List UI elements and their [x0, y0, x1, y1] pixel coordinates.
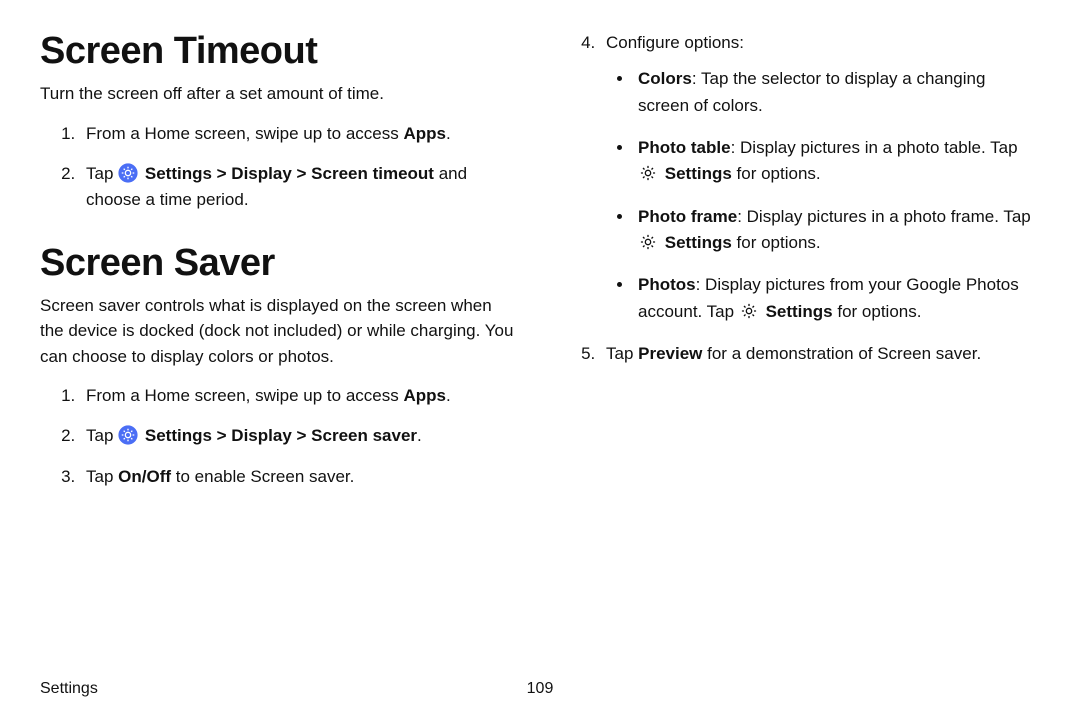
step-item: Tap Settings > Display > Screen saver. — [80, 423, 520, 449]
step-text: From a Home screen, swipe up to access — [86, 386, 403, 405]
step-item: Configure options: Colors: Tap the selec… — [600, 30, 1040, 325]
option-text: : Display pictures in a photo frame. Tap — [737, 207, 1031, 226]
option-item: Photos: Display pictures from your Googl… — [634, 272, 1040, 325]
option-bold: Settings — [665, 164, 732, 183]
step-item: Tap Settings > Display > Screen timeout … — [80, 161, 520, 214]
step-text: Tap — [86, 164, 118, 183]
step-text: From a Home screen, swipe up to access — [86, 124, 403, 143]
settings-icon — [739, 301, 759, 321]
steps-screen-saver: From a Home screen, swipe up to access A… — [40, 383, 520, 490]
settings-icon — [638, 163, 658, 183]
step-text: Tap — [86, 467, 118, 486]
step-bold: Settings > Display > Screen saver — [145, 426, 417, 445]
options-list: Colors: Tap the selector to display a ch… — [606, 66, 1040, 325]
option-label: Photo table — [638, 138, 731, 157]
steps-screen-timeout: From a Home screen, swipe up to access A… — [40, 121, 520, 214]
step-text: Configure options: — [606, 33, 744, 52]
page-number: 109 — [527, 680, 554, 698]
step-item: Tap On/Off to enable Screen saver. — [80, 464, 520, 490]
intro-screen-saver: Screen saver controls what is displayed … — [40, 293, 520, 370]
option-label: Colors — [638, 69, 692, 88]
step-text: . — [446, 124, 451, 143]
step-item: From a Home screen, swipe up to access A… — [80, 121, 520, 147]
step-item: Tap Preview for a demonstration of Scree… — [600, 341, 1040, 367]
settings-icon — [638, 232, 658, 252]
step-text: Tap — [606, 344, 638, 363]
step-bold: Preview — [638, 344, 702, 363]
option-item: Photo frame: Display pictures in a photo… — [634, 204, 1040, 257]
settings-icon — [118, 425, 138, 445]
option-text: for options. — [732, 233, 821, 252]
step-bold: On/Off — [118, 467, 171, 486]
option-text: : Display pictures in a photo table. Tap — [731, 138, 1018, 157]
option-bold: Settings — [665, 233, 732, 252]
step-text: . — [446, 386, 451, 405]
option-text: for options. — [833, 302, 922, 321]
step-text: . — [417, 426, 422, 445]
option-label: Photo frame — [638, 207, 737, 226]
option-bold: Settings — [766, 302, 833, 321]
option-label: Photos — [638, 275, 696, 294]
step-bold: Apps — [403, 386, 446, 405]
footer-section-label: Settings — [40, 680, 98, 698]
step-item: From a Home screen, swipe up to access A… — [80, 383, 520, 409]
step-text: Tap — [86, 426, 118, 445]
steps-screen-saver-continued: Configure options: Colors: Tap the selec… — [560, 30, 1040, 367]
left-column: Screen Timeout Turn the screen off after… — [40, 30, 520, 504]
step-bold: Settings > Display > Screen timeout — [145, 164, 434, 183]
heading-screen-timeout: Screen Timeout — [40, 30, 520, 73]
step-text: for a demonstration of Screen saver. — [702, 344, 981, 363]
option-text: for options. — [732, 164, 821, 183]
step-bold: Apps — [403, 124, 446, 143]
right-column: Configure options: Colors: Tap the selec… — [560, 30, 1040, 504]
option-item: Colors: Tap the selector to display a ch… — [634, 66, 1040, 119]
heading-screen-saver: Screen Saver — [40, 242, 520, 285]
settings-icon — [118, 163, 138, 183]
intro-screen-timeout: Turn the screen off after a set amount o… — [40, 81, 520, 107]
option-item: Photo table: Display pictures in a photo… — [634, 135, 1040, 188]
step-text: to enable Screen saver. — [171, 467, 354, 486]
page-columns: Screen Timeout Turn the screen off after… — [40, 30, 1040, 504]
